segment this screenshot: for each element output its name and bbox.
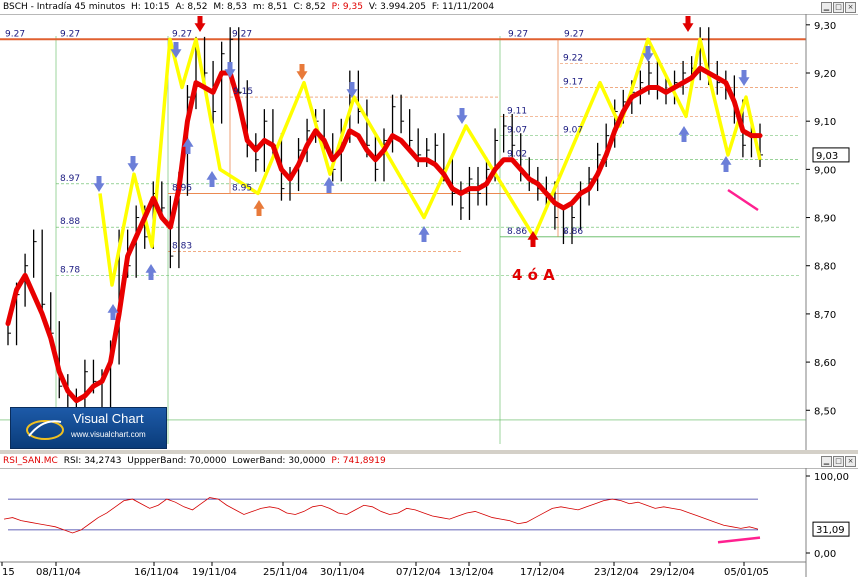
price-tick-label: 8,90 [814,214,836,225]
price-chart: 4 ó A 8,50 8,60 8,70 8,80 8,90 9,00 9,10 9,20 9,… [0,14,850,450]
low-label: m: 8,51 [252,2,288,12]
price-last-value: 9,03 [816,151,838,162]
maximize-icon[interactable]: □ [833,2,844,13]
hour-label: H: 10:15 [131,2,170,12]
level-label: 9.22 [563,53,583,63]
buy-arrow-icon [720,156,732,172]
symbol-label: BSCH - Intradía 45 minutos [3,2,126,12]
orange-up-arrow-icon [253,200,265,216]
level-label: 8.95 [172,183,192,193]
rsi-close-icon[interactable]: × [845,456,856,467]
rsi-lower-band: LowerBand: 30,0000 [232,456,326,466]
sell-arrow-icon [346,82,358,98]
rsi-pane: RSI_SAN.MC RSI: 34,2743 UppperBand: 70,0… [0,454,858,577]
volume-label: V: 3.994.205 [368,2,426,12]
price-tick-label: 8,50 [814,406,836,417]
rsi-value: RSI: 34,2743 [63,456,122,466]
rsi-tick-label: 0,00 [814,549,836,560]
level-label: 9.27 [508,29,528,39]
x-tick-label: 05/01/05 [724,567,769,577]
buy-arrow-icon [145,264,157,280]
visual-chart-logo: Visual Chart www.visualchart.com [10,407,167,449]
rsi-p: P: 741,8919 [331,456,386,466]
price-tick-label: 8,60 [814,358,836,369]
buy-arrow-icon [206,171,218,187]
x-tick-label: 13/12/04 [449,567,494,577]
level-label: 8.95 [232,183,252,193]
level-label: 9.07 [563,126,583,136]
level-label: 9.11 [507,106,527,116]
rsi-tick-label: 100,00 [814,472,849,483]
level-label: 8.88 [60,217,80,227]
rsi-last-value: 31,09 [816,525,845,536]
price-header: BSCH - Intradía 45 minutos H: 10:15 A: 8… [0,0,858,15]
close-label: C: 8,52 [293,2,326,12]
rsi-upper-band: UppperBand: 70,0000 [127,456,227,466]
minimize-icon[interactable]: ▁ [821,2,832,13]
rsi-name: RSI_SAN.MC [3,456,58,466]
x-tick-label: 16/11/04 [134,567,179,577]
logo-swoosh-icon [26,420,64,440]
rsi-minimize-icon[interactable]: ▁ [821,456,832,467]
level-label: 9.27 [5,29,25,39]
x-tick-label: 29/12/04 [650,567,695,577]
top-arrow-icon [194,16,206,32]
level-label: 9.15 [233,87,253,97]
divergence-line [727,188,759,212]
level-label: 9.07 [507,126,527,136]
price-tick-label: 9,30 [814,21,836,32]
p-label: P: 9,35 [331,2,363,12]
sell-arrow-icon [456,108,468,124]
level-label: 8.86 [507,227,527,237]
price-tick-label: 9,00 [814,165,836,176]
level-label: 8.86 [563,227,583,237]
x-tick-label: 25/11/04 [263,567,308,577]
level-label: 9.02 [507,150,527,160]
sell-arrow-icon [224,62,236,78]
buy-arrow-icon [418,226,430,242]
x-tick-label: 07/12/04 [396,567,441,577]
top-arrow-icon [682,16,694,32]
level-label: 8.83 [172,241,192,251]
level-label: 9.27 [60,29,80,39]
x-tick-label: 17/12/04 [520,567,565,577]
level-label: 8.78 [60,265,80,275]
x-tick-label: 08/11/04 [36,567,81,577]
price-pane: BSCH - Intradía 45 minutos H: 10:15 A: 8… [0,0,858,450]
wave-annotation: 4 ó A [512,266,555,284]
sell-arrow-icon [93,176,105,192]
x-tick-label: 30/11/04 [320,567,365,577]
price-tick-label: 9,20 [814,69,836,80]
orange-down-arrow-icon [296,64,308,80]
high-label: M: 8,53 [213,2,248,12]
open-label: A: 8,52 [175,2,208,12]
rsi-header: RSI_SAN.MC RSI: 34,2743 UppperBand: 70,0… [0,454,858,469]
sell-arrow-icon [738,70,750,86]
x-tick-label: 15 [2,567,15,577]
rsi-line [3,497,759,534]
buy-arrow-icon [678,126,690,142]
date-label: F: 11/11/2004 [431,2,495,12]
level-label: 9.27 [564,29,584,39]
level-label: 9.27 [172,29,192,39]
rsi-chart: 0,00 100,00 31,09 15 08/11/04 16/11/04 19/11/… [0,468,850,577]
x-tick-label: 19/11/04 [192,567,237,577]
price-tick-label: 8,80 [814,262,836,273]
level-label: 9.27 [232,29,252,39]
close-icon[interactable]: × [845,2,856,13]
x-tick-label: 23/12/04 [594,567,639,577]
level-label: 8.97 [60,174,80,184]
rsi-maximize-icon[interactable]: □ [833,456,844,467]
price-tick-label: 9,10 [814,117,836,128]
logo-title: Visual Chart [73,411,144,426]
sell-arrow-icon [127,156,139,172]
level-label: 9.17 [563,77,583,87]
price-tick-label: 8,70 [814,310,836,321]
rsi-divergence-line [717,536,761,544]
logo-url: www.visualchart.com [71,430,146,439]
